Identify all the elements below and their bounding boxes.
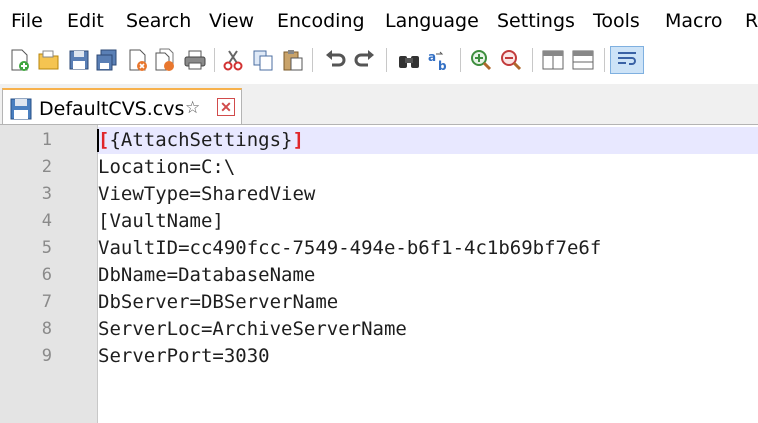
redo-icon[interactable] — [352, 46, 378, 74]
code-line[interactable]: DbName=DatabaseName — [98, 262, 315, 289]
code-line[interactable]: DbServer=DBServerName — [98, 289, 338, 316]
save-icon[interactable] — [66, 46, 92, 74]
copy-icon[interactable] — [250, 46, 276, 74]
cut-icon[interactable] — [220, 46, 246, 74]
close-icon[interactable] — [124, 46, 150, 74]
menu-encoding[interactable]: Encoding — [277, 12, 365, 31]
pin-icon[interactable]: ☆ — [185, 98, 200, 118]
menu-file[interactable]: File — [11, 12, 43, 31]
line-number: 9 — [41, 346, 52, 366]
tab-defaultcvs[interactable]: DefaultCVS.cvs ☆ ✕ — [2, 88, 242, 124]
undo-icon[interactable] — [322, 46, 348, 74]
word-wrap-icon[interactable] — [610, 46, 644, 74]
line-number: 4 — [41, 211, 52, 231]
menu-search[interactable]: Search — [126, 12, 191, 31]
close-all-icon[interactable] — [152, 46, 178, 74]
menu-tools[interactable]: Tools — [593, 12, 640, 31]
zoom-in-icon[interactable] — [468, 46, 494, 74]
menu-language[interactable]: Language — [385, 12, 479, 31]
toolbar-separator — [312, 48, 313, 72]
zoom-out-icon[interactable] — [498, 46, 524, 74]
print-icon[interactable] — [182, 46, 208, 74]
toolbar-separator — [532, 48, 533, 72]
save-all-icon[interactable] — [94, 46, 120, 74]
menu-bar: File Edit Search View Encoding Language … — [0, 0, 758, 38]
toolbar-separator — [604, 48, 605, 72]
bracket-match: [ — [98, 129, 110, 151]
code-line[interactable]: Location=C:\ — [98, 154, 235, 181]
menu-settings[interactable]: Settings — [497, 12, 575, 31]
line-number: 8 — [41, 319, 52, 339]
code-line[interactable]: [VaultName] — [98, 208, 224, 235]
menu-edit[interactable]: Edit — [67, 12, 104, 31]
open-file-icon[interactable] — [36, 46, 62, 74]
line-number: 3 — [41, 184, 52, 204]
new-file-icon[interactable] — [6, 46, 32, 74]
saved-file-icon — [9, 97, 33, 126]
tab-label: DefaultCVS.cvs — [39, 98, 185, 120]
menu-view[interactable]: View — [209, 12, 254, 31]
find-icon[interactable] — [396, 46, 422, 74]
sync-vertical-icon[interactable] — [540, 46, 566, 74]
toolbar-separator — [386, 48, 387, 72]
tab-close-icon[interactable]: ✕ — [217, 98, 235, 116]
svg-text:a: a — [428, 50, 436, 64]
line-number: 7 — [41, 292, 52, 312]
line-number: 5 — [41, 238, 52, 258]
line-number: 2 — [41, 157, 52, 177]
editor[interactable]: 1 2 3 4 5 6 7 8 9 [{AttachSettings}] Loc… — [0, 125, 758, 423]
line-number: 6 — [41, 265, 52, 285]
line-number: 1 — [41, 130, 52, 150]
tab-bar: DefaultCVS.cvs ☆ ✕ — [0, 84, 758, 125]
paste-icon[interactable] — [280, 46, 306, 74]
code-line[interactable]: ViewType=SharedView — [98, 181, 315, 208]
code-line[interactable]: ServerPort=3030 — [98, 343, 270, 370]
replace-icon[interactable]: ab — [426, 46, 452, 74]
bracket-match: ] — [292, 129, 304, 151]
line-number-gutter: 1 2 3 4 5 6 7 8 9 — [0, 125, 98, 423]
menu-macro[interactable]: Macro — [665, 12, 723, 31]
sync-horizontal-icon[interactable] — [570, 46, 596, 74]
code-line[interactable]: [{AttachSettings}] — [98, 127, 304, 154]
code-line[interactable]: VaultID=cc490fcc-7549-494e-b6f1-4c1b69bf… — [98, 235, 601, 262]
svg-text:b: b — [438, 59, 447, 72]
toolbar: ab — [0, 38, 758, 84]
code-text: {AttachSettings} — [109, 129, 293, 151]
menu-run[interactable]: R — [745, 12, 758, 31]
code-line[interactable]: ServerLoc=ArchiveServerName — [98, 316, 407, 343]
toolbar-separator — [214, 48, 215, 72]
toolbar-separator — [460, 48, 461, 72]
